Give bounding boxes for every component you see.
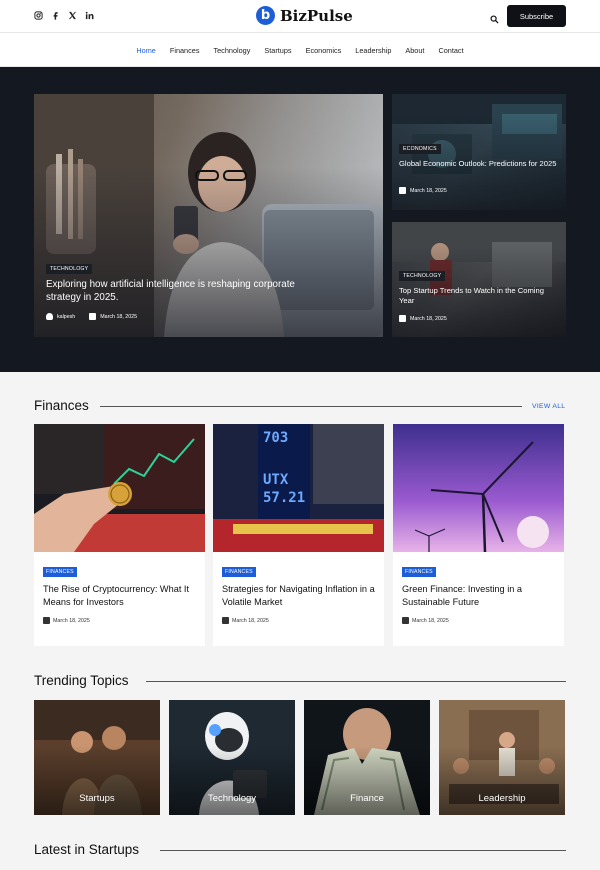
topic-leadership[interactable]: Leadership (439, 700, 565, 815)
svg-text:57.21: 57.21 (263, 490, 305, 506)
finances-heading: Finances (34, 398, 89, 413)
hero-side2-tag[interactable]: TECHNOLOGY (399, 271, 446, 281)
finance-card-date: March 18, 2025 (53, 617, 90, 624)
topic-label[interactable]: Finance (304, 793, 430, 804)
nav-leadership[interactable]: Leadership (355, 46, 391, 55)
trending-heading: Trending Topics (34, 673, 129, 688)
calendar-icon (399, 315, 406, 322)
hero-main-tag[interactable]: TECHNOLOGY (46, 264, 93, 274)
finance-card-inflation[interactable]: 703 UTX 57.21 FINANCES Strategies for Na… (213, 424, 384, 646)
finance-card-date: March 18, 2025 (232, 617, 269, 624)
finance-card-image: 703 UTX 57.21 (213, 424, 384, 552)
linkedin-icon[interactable] (85, 11, 94, 20)
top-header: b BizPulse Subscribe (0, 0, 600, 32)
hero-side1-date: March 18, 2025 (410, 187, 447, 194)
hero-section: TECHNOLOGY Exploring how artificial inte… (0, 67, 600, 372)
finance-card-crypto[interactable]: FINANCES The Rise of Cryptocurrency: Wha… (34, 424, 205, 646)
hero-side1-meta: March 18, 2025 (399, 187, 447, 194)
finance-card-tag[interactable]: FINANCES (222, 567, 256, 577)
topic-startups[interactable]: Startups (34, 700, 160, 815)
search-icon[interactable] (490, 11, 499, 24)
facebook-icon[interactable] (51, 11, 60, 20)
finance-card-title[interactable]: Strategies for Navigating Inflation in a… (222, 583, 377, 609)
nav-finances[interactable]: Finances (170, 46, 200, 55)
nav-economics[interactable]: Economics (306, 46, 342, 55)
hero-side2-meta: March 18, 2025 (399, 315, 447, 322)
topic-finance[interactable]: Finance (304, 700, 430, 815)
subscribe-button[interactable]: Subscribe (507, 5, 566, 27)
hero-side1-tag[interactable]: ECONOMICS (399, 144, 441, 154)
finance-card-image (34, 424, 205, 552)
hero-side2-date: March 18, 2025 (410, 315, 447, 322)
brand-logo[interactable]: b BizPulse (256, 6, 353, 25)
user-icon (46, 313, 53, 320)
nav-contact[interactable]: Contact (438, 46, 463, 55)
finance-card-meta: March 18, 2025 (43, 617, 90, 624)
main-nav: Home Finances Technology Startups Econom… (0, 32, 600, 67)
calendar-icon (89, 313, 97, 320)
nav-technology[interactable]: Technology (213, 46, 250, 55)
view-all-link[interactable]: VIEW ALL (532, 403, 565, 410)
nav-about[interactable]: About (405, 46, 424, 55)
hero-main-author[interactable]: kalpesh (57, 314, 75, 320)
finance-card-tag[interactable]: FINANCES (43, 567, 77, 577)
hero-side-article-technology[interactable]: TECHNOLOGY Top Startup Trends to Watch i… (392, 222, 566, 337)
latest-heading: Latest in Startups (34, 842, 140, 857)
hero-main-title[interactable]: Exploring how artificial intelligence is… (46, 278, 326, 304)
brand-name: BizPulse (280, 6, 353, 25)
finances-divider (100, 406, 522, 407)
hero-main-article[interactable]: TECHNOLOGY Exploring how artificial inte… (34, 94, 383, 337)
calendar-icon (222, 617, 229, 624)
hero-side2-title[interactable]: Top Startup Trends to Watch in the Comin… (399, 286, 559, 307)
svg-text:UTX: UTX (263, 472, 289, 488)
finance-card-image (393, 424, 564, 552)
topic-technology[interactable]: Technology (169, 700, 295, 815)
calendar-icon (402, 617, 409, 624)
calendar-icon (43, 617, 50, 624)
finance-card-meta: March 18, 2025 (222, 617, 269, 624)
finance-card-meta: March 18, 2025 (402, 617, 449, 624)
hero-side1-title[interactable]: Global Economic Outlook: Predictions for… (399, 159, 559, 169)
brand-mark-icon: b (256, 6, 275, 25)
trending-divider (146, 681, 566, 682)
instagram-icon[interactable] (34, 11, 43, 20)
finance-card-green[interactable]: FINANCES Green Finance: Investing in a S… (393, 424, 564, 646)
social-links (34, 11, 94, 20)
calendar-icon (399, 187, 406, 194)
nav-startups[interactable]: Startups (264, 46, 291, 55)
svg-text:703: 703 (263, 430, 288, 446)
finance-card-date: March 18, 2025 (412, 617, 449, 624)
hero-main-meta: kalpesh March 18, 2025 (46, 313, 137, 320)
x-icon[interactable] (68, 11, 77, 20)
topic-label[interactable]: Leadership (439, 793, 565, 804)
finance-card-title[interactable]: The Rise of Cryptocurrency: What It Mean… (43, 583, 198, 609)
hero-side-article-economics[interactable]: ECONOMICS Global Economic Outlook: Predi… (392, 94, 566, 210)
finance-card-title[interactable]: Green Finance: Investing in a Sustainabl… (402, 583, 557, 609)
latest-divider (160, 850, 566, 851)
topic-label[interactable]: Startups (34, 793, 160, 804)
topic-label[interactable]: Technology (169, 793, 295, 804)
finance-card-tag[interactable]: FINANCES (402, 567, 436, 577)
hero-main-date: March 18, 2025 (100, 313, 138, 320)
nav-home[interactable]: Home (136, 46, 155, 55)
